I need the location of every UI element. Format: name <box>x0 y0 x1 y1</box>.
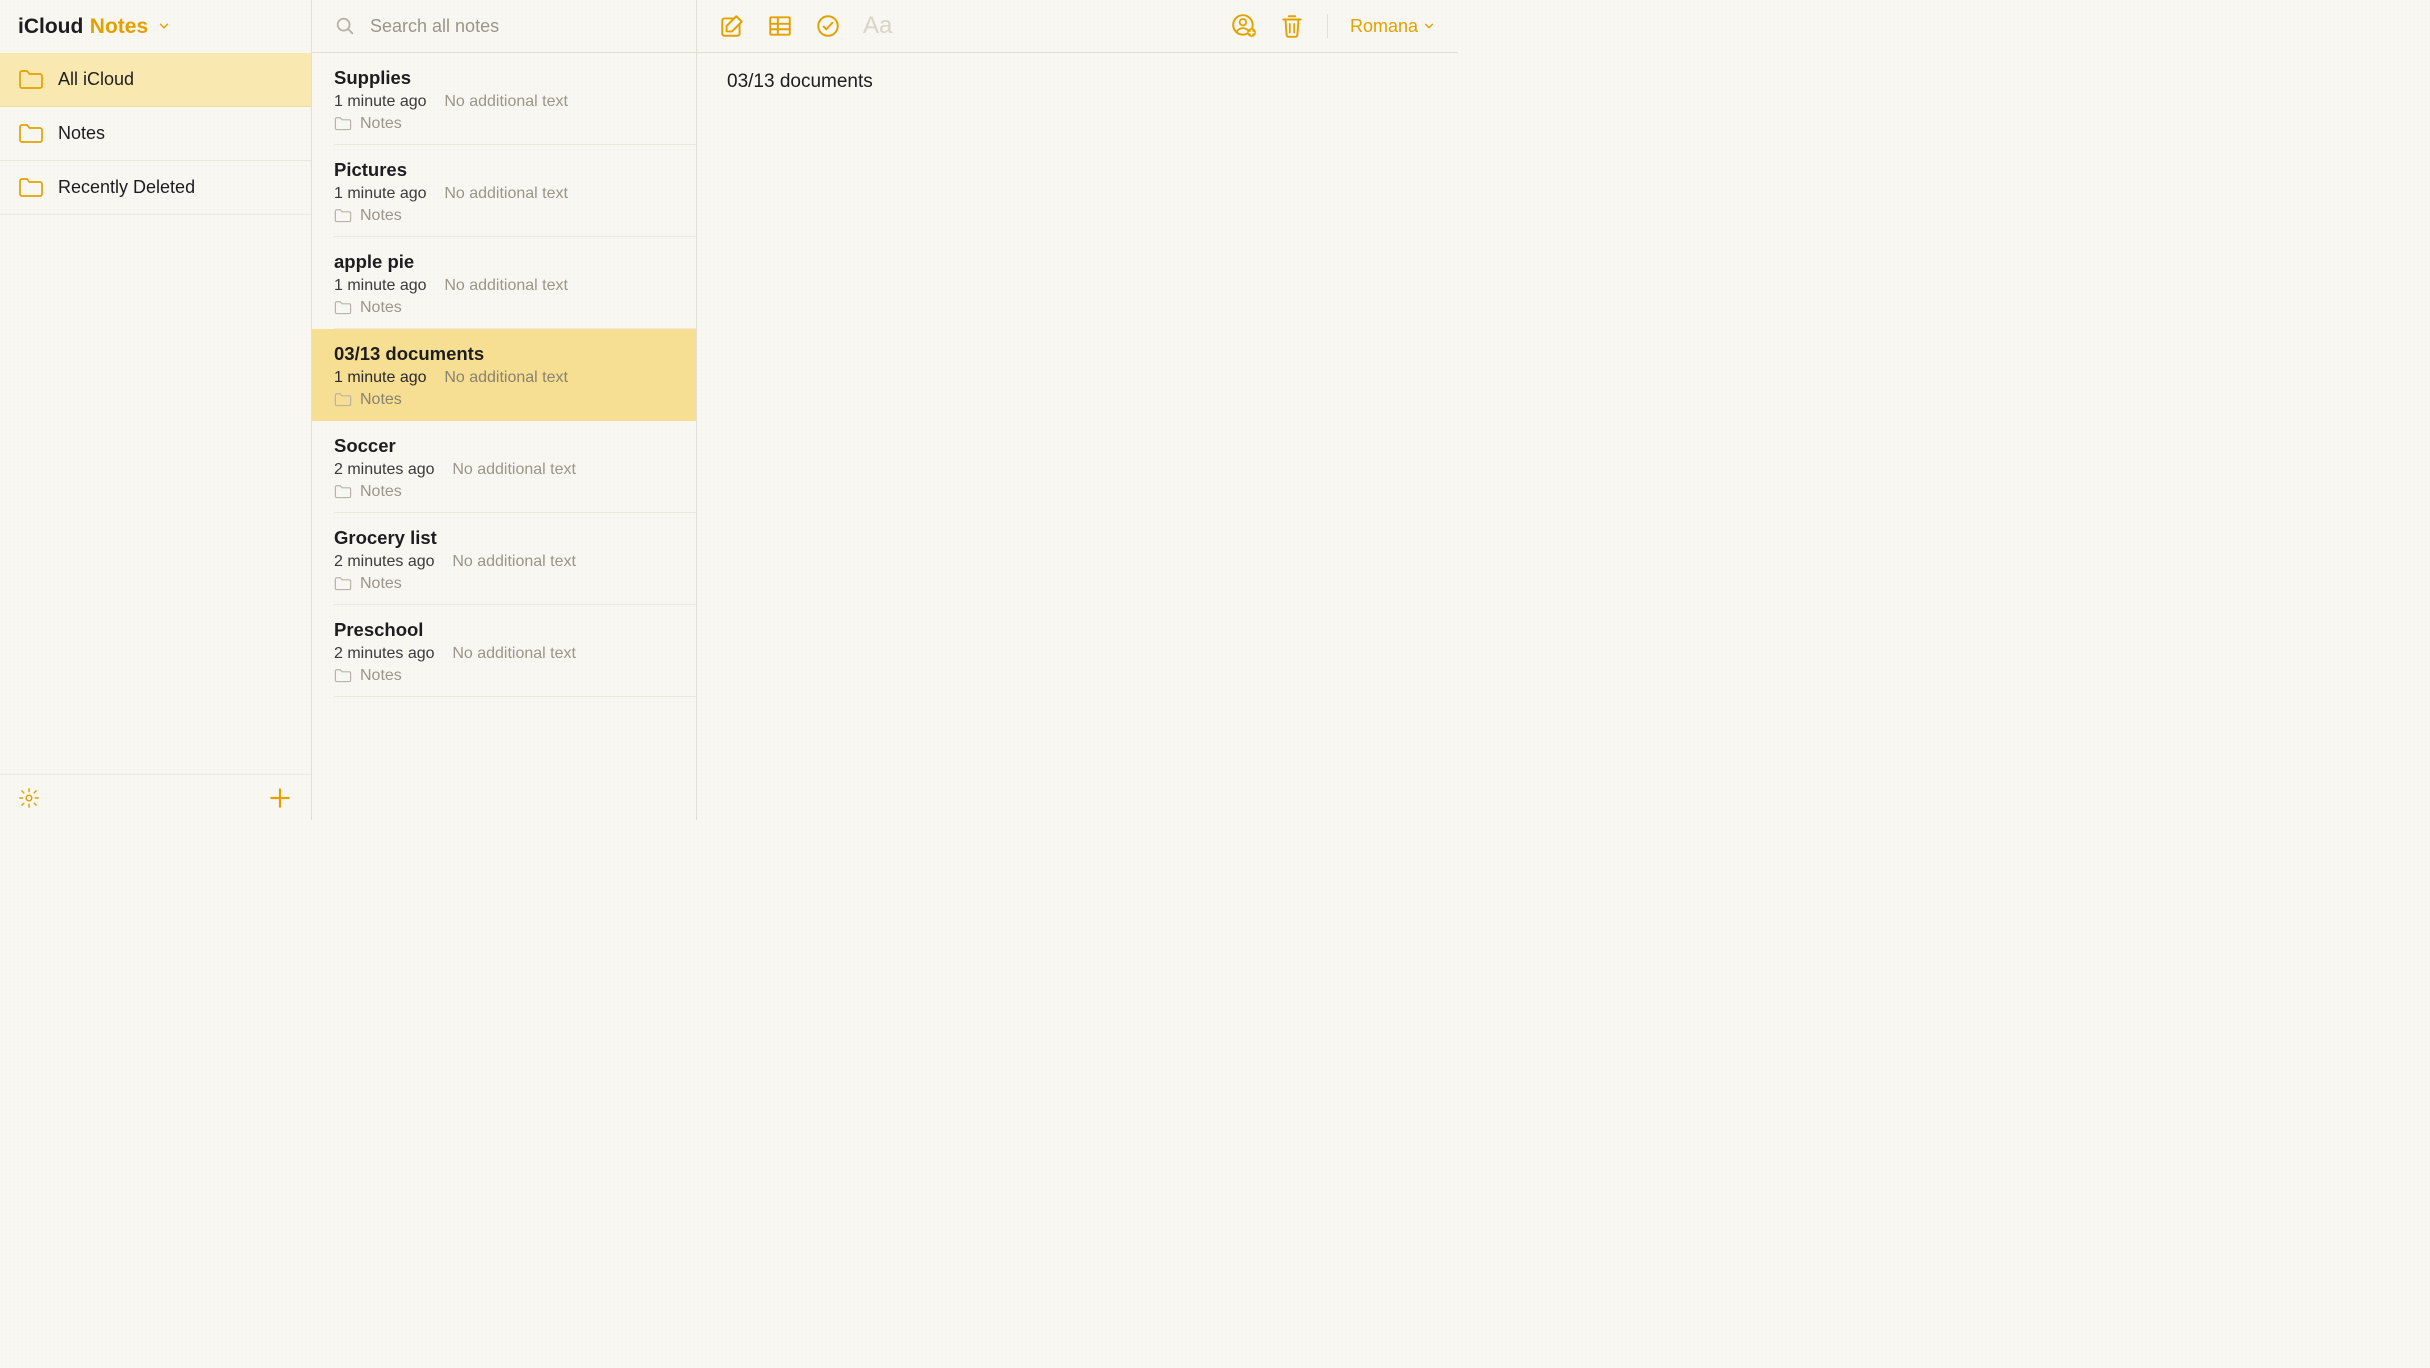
folder-item-notes[interactable]: Notes <box>0 107 311 161</box>
note-item[interactable]: Grocery list 2 minutes ago No additional… <box>312 513 696 605</box>
note-folder-label: Notes <box>360 667 402 685</box>
user-name: Romana <box>1350 16 1418 37</box>
folder-icon <box>334 669 352 683</box>
note-snippet: No additional text <box>452 645 576 662</box>
note-item[interactable]: Supplies 1 minute ago No additional text… <box>312 53 696 145</box>
new-folder-button[interactable] <box>267 785 293 811</box>
chevron-down-icon <box>1422 19 1436 33</box>
folder-item-recently-deleted[interactable]: Recently Deleted <box>0 161 311 215</box>
note-timestamp: 2 minutes ago <box>334 461 435 478</box>
notes-label: Notes <box>90 15 148 38</box>
note-title: apple pie <box>334 251 674 273</box>
note-editor[interactable]: 03/13 documents <box>697 53 1458 820</box>
format-button[interactable]: Aa <box>863 12 892 40</box>
note-folder-label: Notes <box>360 299 402 317</box>
folder-label: Notes <box>58 123 105 144</box>
note-snippet: No additional text <box>444 369 568 386</box>
note-item[interactable]: Preschool 2 minutes ago No additional te… <box>312 605 696 697</box>
note-folder-label: Notes <box>360 483 402 501</box>
folder-icon <box>18 178 44 198</box>
note-snippet: No additional text <box>444 93 568 110</box>
folder-item-all-icloud[interactable]: All iCloud <box>0 53 311 107</box>
search-icon <box>334 15 356 37</box>
folder-label: All iCloud <box>58 69 134 90</box>
note-folder-label: Notes <box>360 207 402 225</box>
delete-button[interactable] <box>1279 13 1305 39</box>
note-folder-label: Notes <box>360 575 402 593</box>
folder-label: Recently Deleted <box>58 177 195 198</box>
folder-icon <box>334 209 352 223</box>
settings-button[interactable] <box>18 787 40 809</box>
note-folder-label: Notes <box>360 115 402 133</box>
folder-icon <box>334 577 352 591</box>
note-title: Preschool <box>334 619 674 641</box>
note-list[interactable]: Supplies 1 minute ago No additional text… <box>312 53 697 820</box>
folder-list: All iCloud Notes Recently Deleted <box>0 53 311 215</box>
checklist-button[interactable] <box>815 13 841 39</box>
note-title: Pictures <box>334 159 674 181</box>
folder-icon <box>334 393 352 407</box>
note-item[interactable]: Pictures 1 minute ago No additional text… <box>312 145 696 237</box>
folder-icon <box>334 117 352 131</box>
note-timestamp: 1 minute ago <box>334 93 427 110</box>
note-title: 03/13 documents <box>334 343 674 365</box>
folder-icon <box>334 301 352 315</box>
note-timestamp: 1 minute ago <box>334 185 427 202</box>
note-snippet: No additional text <box>444 277 568 294</box>
note-item[interactable]: apple pie 1 minute ago No additional tex… <box>312 237 696 329</box>
note-timestamp: 1 minute ago <box>334 277 427 294</box>
note-title: Soccer <box>334 435 674 457</box>
chevron-down-icon <box>157 20 171 37</box>
note-body[interactable]: 03/13 documents <box>727 71 1428 93</box>
folder-icon <box>18 70 44 90</box>
folder-icon <box>334 485 352 499</box>
note-snippet: No additional text <box>452 553 576 570</box>
note-timestamp: 2 minutes ago <box>334 645 435 662</box>
sidebar-header: iCloud Notes <box>0 0 312 53</box>
note-snippet: No additional text <box>452 461 576 478</box>
note-title: Supplies <box>334 67 674 89</box>
note-item[interactable]: Soccer 2 minutes ago No additional text … <box>312 421 696 513</box>
note-title: Grocery list <box>334 527 674 549</box>
toolbar-divider <box>1327 14 1328 38</box>
app-switcher[interactable]: iCloud Notes <box>18 15 171 39</box>
search-input[interactable] <box>370 16 674 37</box>
note-folder-label: Notes <box>360 391 402 409</box>
note-timestamp: 1 minute ago <box>334 369 427 386</box>
note-timestamp: 2 minutes ago <box>334 553 435 570</box>
icloud-label: iCloud <box>18 15 83 38</box>
compose-button[interactable] <box>719 13 745 39</box>
note-list-header <box>312 0 697 53</box>
add-people-button[interactable] <box>1231 13 1257 39</box>
table-button[interactable] <box>767 13 793 39</box>
folder-icon <box>18 124 44 144</box>
editor-toolbar: Aa Romana <box>697 0 1458 53</box>
sidebar: All iCloud Notes Recently Deleted <box>0 53 312 820</box>
sidebar-footer <box>0 774 311 820</box>
user-menu[interactable]: Romana <box>1350 16 1436 37</box>
note-snippet: No additional text <box>444 185 568 202</box>
note-item[interactable]: 03/13 documents 1 minute ago No addition… <box>312 329 696 421</box>
